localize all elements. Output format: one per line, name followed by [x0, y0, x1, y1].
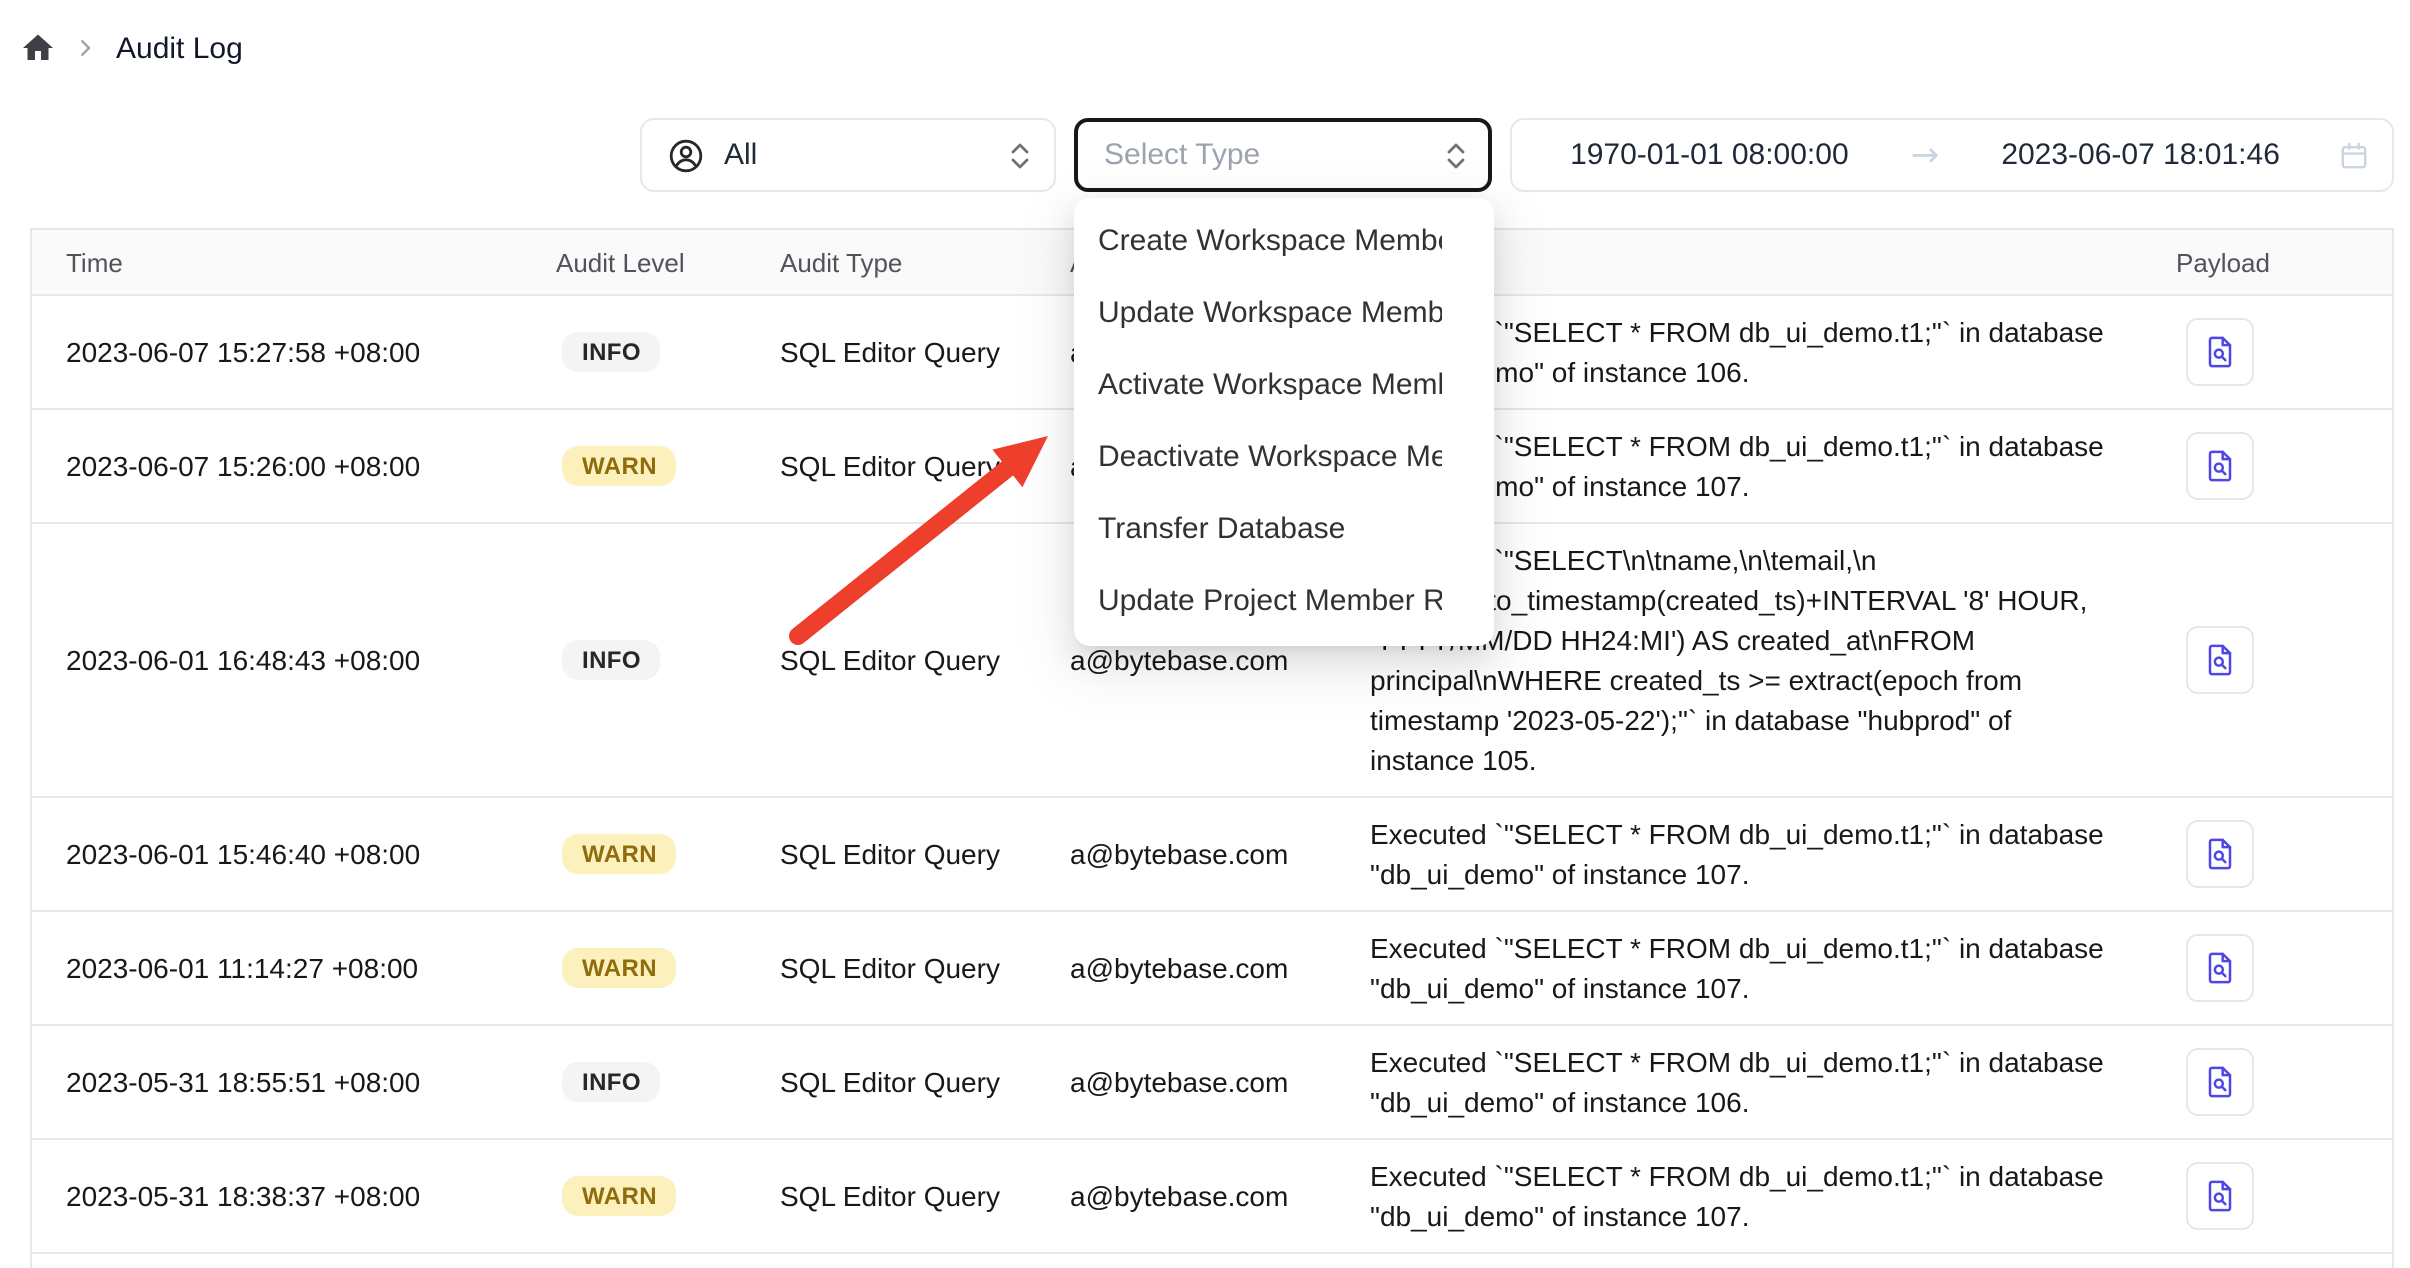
breadcrumb-current: Audit Log	[116, 31, 243, 65]
audit-level-badge: WARN	[562, 446, 677, 486]
date-range-start[interactable]: 1970-01-01 08:00:00	[1512, 138, 1907, 172]
chevron-right-icon	[74, 36, 98, 60]
document-search-icon	[2200, 948, 2240, 988]
audit-level-badge: WARN	[562, 948, 677, 988]
document-search-icon	[2200, 834, 2240, 874]
audit-time: 2023-06-07 15:26:00 +08:00	[32, 450, 556, 482]
audit-time: 2023-05-31 18:55:51 +08:00	[32, 1066, 556, 1098]
audit-level-badge: INFO	[562, 1062, 661, 1102]
payload-cell	[2150, 820, 2394, 888]
column-header-payload: Payload	[2150, 247, 2394, 277]
payload-cell	[2150, 1048, 2394, 1116]
actor-filter-value: All	[724, 138, 988, 172]
audit-level-cell: WARN	[556, 446, 780, 486]
type-filter-select[interactable]: Select Type	[1074, 118, 1492, 192]
dropdown-option[interactable]: Deactivate Workspace Member	[1074, 422, 1442, 494]
breadcrumb: Audit Log	[20, 22, 243, 74]
dropdown-option[interactable]: Update Workspace Member	[1074, 278, 1442, 350]
payload-cell	[2150, 432, 2394, 500]
audit-actor: a@bytebase.com	[1070, 1066, 1370, 1098]
audit-log-page: Audit Log All Select Type 1970-01-01 08:…	[0, 0, 2410, 1268]
column-header-level: Audit Level	[556, 247, 780, 277]
audit-comment: Executed `"SELECT * FROM db_ui_demo.t1;"…	[1370, 912, 2150, 1024]
view-payload-button[interactable]	[2186, 318, 2254, 386]
audit-level-cell: WARN	[556, 1176, 780, 1216]
audit-type: SQL Editor Query	[780, 838, 1070, 870]
dropdown-option[interactable]: Activate Workspace Member	[1074, 350, 1442, 422]
audit-type: SQL Editor Query	[780, 450, 1070, 482]
audit-level-badge: INFO	[562, 640, 661, 680]
audit-actor: a@bytebase.com	[1070, 644, 1370, 676]
payload-cell	[2150, 1162, 2394, 1230]
calendar-icon	[2338, 139, 2370, 171]
audit-comment: Executed `"SELECT * FROM db_ui_demo.t1;"…	[1370, 1140, 2150, 1252]
view-payload-button[interactable]	[2186, 626, 2254, 694]
column-header-type: Audit Type	[780, 247, 1070, 277]
chevron-updown-icon	[1006, 139, 1034, 171]
table-row: 2023-05-31 18:38:37 +08:00 WARN SQL Edit…	[32, 1140, 2392, 1254]
audit-level-cell: INFO	[556, 332, 780, 372]
document-search-icon	[2200, 332, 2240, 372]
audit-level-cell: INFO	[556, 1062, 780, 1102]
view-payload-button[interactable]	[2186, 934, 2254, 1002]
audit-time: 2023-06-01 15:46:40 +08:00	[32, 838, 556, 870]
audit-level-badge: WARN	[562, 834, 677, 874]
dropdown-option[interactable]: Transfer Database	[1074, 494, 1442, 566]
audit-type: SQL Editor Query	[780, 644, 1070, 676]
audit-type: SQL Editor Query	[780, 1180, 1070, 1212]
audit-time: 2023-05-31 18:38:37 +08:00	[32, 1180, 556, 1212]
payload-cell	[2150, 318, 2394, 386]
document-search-icon	[2200, 1176, 2240, 1216]
audit-time: 2023-06-01 11:14:27 +08:00	[32, 952, 556, 984]
audit-comment: Executed `"SELECT * FROM db_ui_demo.t1;"…	[1370, 798, 2150, 910]
audit-level-cell: WARN	[556, 948, 780, 988]
document-search-icon	[2200, 640, 2240, 680]
date-range-picker[interactable]: 1970-01-01 08:00:00 → 2023-06-07 18:01:4…	[1510, 118, 2394, 192]
audit-level-badge: WARN	[562, 1176, 677, 1216]
type-filter-placeholder: Select Type	[1104, 138, 1442, 172]
view-payload-button[interactable]	[2186, 1048, 2254, 1116]
audit-type: SQL Editor Query	[780, 952, 1070, 984]
dropdown-option[interactable]: Update Project Member Role	[1074, 566, 1442, 638]
payload-cell	[2150, 934, 2394, 1002]
payload-cell	[2150, 626, 2394, 694]
view-payload-button[interactable]	[2186, 432, 2254, 500]
type-dropdown-menu: Create Workspace MemberUpdate Workspace …	[1074, 198, 1494, 646]
audit-level-cell: INFO	[556, 640, 780, 680]
audit-type: SQL Editor Query	[780, 1066, 1070, 1098]
audit-time: 2023-06-07 15:27:58 +08:00	[32, 336, 556, 368]
audit-actor: a@bytebase.com	[1070, 838, 1370, 870]
dropdown-option[interactable]: Create Workspace Member	[1074, 206, 1442, 278]
arrow-right-icon: →	[1907, 135, 1944, 175]
table-row: 2023-05-31 18:55:51 +08:00 INFO SQL Edit…	[32, 1026, 2392, 1140]
view-payload-button[interactable]	[2186, 1162, 2254, 1230]
audit-actor: a@bytebase.com	[1070, 952, 1370, 984]
view-payload-button[interactable]	[2186, 820, 2254, 888]
table-row: 2023-06-01 15:46:40 +08:00 WARN SQL Edit…	[32, 798, 2392, 912]
date-range-end[interactable]: 2023-06-07 18:01:46	[1943, 138, 2338, 172]
table-row: 2023-06-01 11:14:27 +08:00 WARN SQL Edit…	[32, 912, 2392, 1026]
chevron-updown-icon	[1442, 139, 1470, 171]
audit-actor: a@bytebase.com	[1070, 1180, 1370, 1212]
audit-time: 2023-06-01 16:48:43 +08:00	[32, 644, 556, 676]
document-search-icon	[2200, 1062, 2240, 1102]
column-header-time: Time	[32, 247, 556, 277]
audit-level-cell: WARN	[556, 834, 780, 874]
actor-filter-select[interactable]: All	[640, 118, 1056, 192]
audit-comment: Executed `"SELECT * FROM db_ui_demo.t1;"…	[1370, 1026, 2150, 1138]
audit-level-badge: INFO	[562, 332, 661, 372]
audit-type: SQL Editor Query	[780, 336, 1070, 368]
home-icon[interactable]	[20, 30, 56, 66]
user-circle-icon	[666, 135, 706, 175]
document-search-icon	[2200, 446, 2240, 486]
